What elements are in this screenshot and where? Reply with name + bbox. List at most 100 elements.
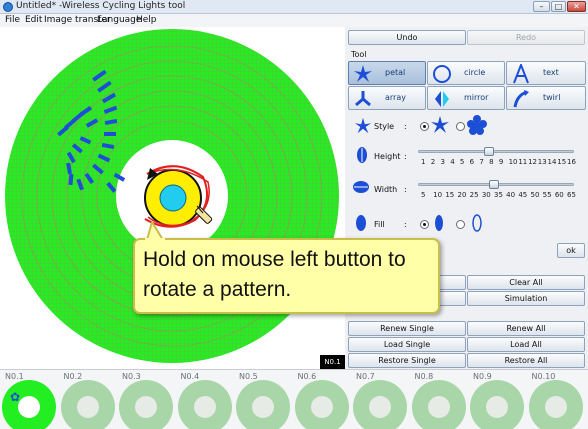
width-tick-label: 15 (445, 191, 455, 199)
twirl-icon (513, 90, 529, 108)
tool-twirl-label: twirl (543, 93, 561, 102)
solid-fill-icon[interactable] (434, 214, 444, 232)
slot-thumbnail[interactable]: N0.7 (352, 372, 409, 429)
round-petal-icon[interactable] (467, 115, 487, 135)
tool-petal-label: petal (385, 68, 406, 77)
tool-array-button[interactable]: array (348, 86, 426, 110)
width-label: Width (374, 185, 398, 194)
redo-button[interactable]: Redo (467, 30, 585, 45)
height-slider[interactable] (418, 150, 574, 153)
width-tick-label: 65 (567, 191, 576, 199)
height-slider-thumb[interactable] (484, 147, 494, 156)
menu-edit[interactable]: Edit (25, 15, 42, 25)
outline-fill-icon[interactable] (472, 214, 482, 232)
slot-thumbnail[interactable]: N0.5 (235, 372, 292, 429)
width-tick-label: 45 (518, 191, 528, 199)
height-tick-label: 7 (479, 158, 484, 166)
hub-center (159, 184, 187, 212)
width-tick-label: 35 (494, 191, 503, 199)
menu-file[interactable]: File (5, 15, 20, 25)
style-round-radio[interactable] (456, 122, 465, 131)
style-star-icon (354, 117, 372, 134)
width-icon (353, 181, 369, 193)
width-tick-label: 60 (554, 191, 564, 199)
height-tick-label: 15 (557, 158, 567, 166)
restore-single-button[interactable]: Restore Single (348, 353, 466, 368)
slot-label: N0.3 (122, 372, 141, 381)
slot-label: N0.7 (356, 372, 375, 381)
menu-bar: File Edit Image transfer Language Help (0, 14, 588, 27)
restore-all-button[interactable]: Restore All (467, 353, 585, 368)
slot-label: N0.5 (239, 372, 258, 381)
simulation-button[interactable]: Simulation (467, 291, 585, 306)
slot-label: N0.4 (180, 372, 200, 381)
design-canvas[interactable] (0, 27, 345, 369)
fill-icon (356, 215, 366, 231)
slot-label: N0.6 (297, 372, 317, 381)
menu-language[interactable]: Language (97, 15, 141, 25)
slot-thumbnail[interactable]: N0.9 (469, 372, 526, 429)
height-tick-label: 9 (498, 158, 504, 166)
wheel-preview[interactable] (0, 27, 345, 369)
width-separator: : (404, 185, 407, 194)
slot-thumbnail[interactable]: N0.3 (118, 372, 175, 429)
slot-thumbnail[interactable]: N0.10 (528, 372, 585, 429)
tooltip-line-1: Hold on mouse left button to (143, 248, 406, 271)
height-tick-label: 1 (421, 158, 426, 166)
mirror-icon (435, 91, 449, 107)
width-tick-label: 5 (421, 191, 426, 199)
current-slot-tag: N0.1 (320, 355, 345, 369)
height-tick-label: 16 (567, 158, 576, 166)
height-icon (357, 147, 367, 163)
height-tick-label: 8 (489, 158, 494, 166)
title-bar: Untitled* -Wireless Cycling Lights tool … (0, 0, 588, 14)
width-tick-label: 50 (530, 191, 540, 199)
slot-hub (252, 396, 274, 418)
tool-mirror-label: mirror (464, 93, 489, 102)
height-tick-label: 4 (450, 158, 455, 166)
load-single-button[interactable]: Load Single (348, 337, 466, 352)
clear-all-button[interactable]: Clear All (467, 275, 585, 290)
undo-button[interactable]: Undo (348, 30, 466, 45)
renew-all-button[interactable]: Renew All (467, 321, 585, 336)
renew-single-button[interactable]: Renew Single (348, 321, 466, 336)
ok-button[interactable]: ok (557, 243, 585, 258)
height-tick-label: 2 (430, 158, 436, 166)
slot-thumbnail[interactable]: ✿ N0.1 (1, 372, 58, 429)
menu-help[interactable]: Help (136, 15, 157, 25)
slot-thumbnail[interactable]: N0.8 (411, 372, 468, 429)
tool-text-button[interactable]: text (506, 61, 586, 85)
rotate-tooltip: Hold on mouse left button to rotate a pa… (133, 238, 440, 314)
sharp-star-icon[interactable] (430, 115, 450, 135)
height-tick-label: 3 (440, 158, 445, 166)
slot-thumbnail[interactable]: N0.6 (294, 372, 351, 429)
style-separator: : (404, 122, 407, 131)
width-slider-thumb[interactable] (489, 180, 499, 189)
fill-label: Fill (374, 220, 385, 229)
tool-text-label: text (543, 68, 559, 77)
slot-thumbnail[interactable]: N0.4 (177, 372, 234, 429)
minimize-button[interactable]: – (533, 1, 550, 12)
tool-section-label: Tool (351, 50, 367, 59)
slot-label: N0.1 (5, 372, 24, 381)
slot-thumbnail[interactable]: N0.2 (60, 372, 117, 429)
close-button[interactable]: ✕ (567, 1, 586, 12)
tool-petal-button[interactable]: petal (348, 61, 426, 85)
height-separator: : (404, 152, 407, 161)
tool-twirl-button[interactable]: twirl (506, 86, 586, 110)
window-title: Untitled* -Wireless Cycling Lights tool (16, 1, 186, 11)
tool-mirror-button[interactable]: mirror (427, 86, 505, 110)
style-sharp-radio[interactable] (420, 122, 429, 131)
fill-outline-radio[interactable] (456, 220, 465, 229)
width-tick-label: 25 (469, 191, 479, 199)
height-tick-label: 11 (518, 158, 528, 166)
height-tick-label: 13 (537, 158, 547, 166)
slot-hub (486, 396, 508, 418)
maximize-button[interactable]: □ (551, 1, 566, 12)
tooltip-line-2: rotate a pattern. (143, 278, 292, 301)
height-tick-label: 10 (508, 158, 518, 166)
tool-circle-button[interactable]: circle (427, 61, 505, 85)
control-panel: Undo Redo Tool petal circle text array m… (346, 27, 588, 369)
load-all-button[interactable]: Load All (467, 337, 585, 352)
fill-solid-radio[interactable] (420, 220, 429, 229)
